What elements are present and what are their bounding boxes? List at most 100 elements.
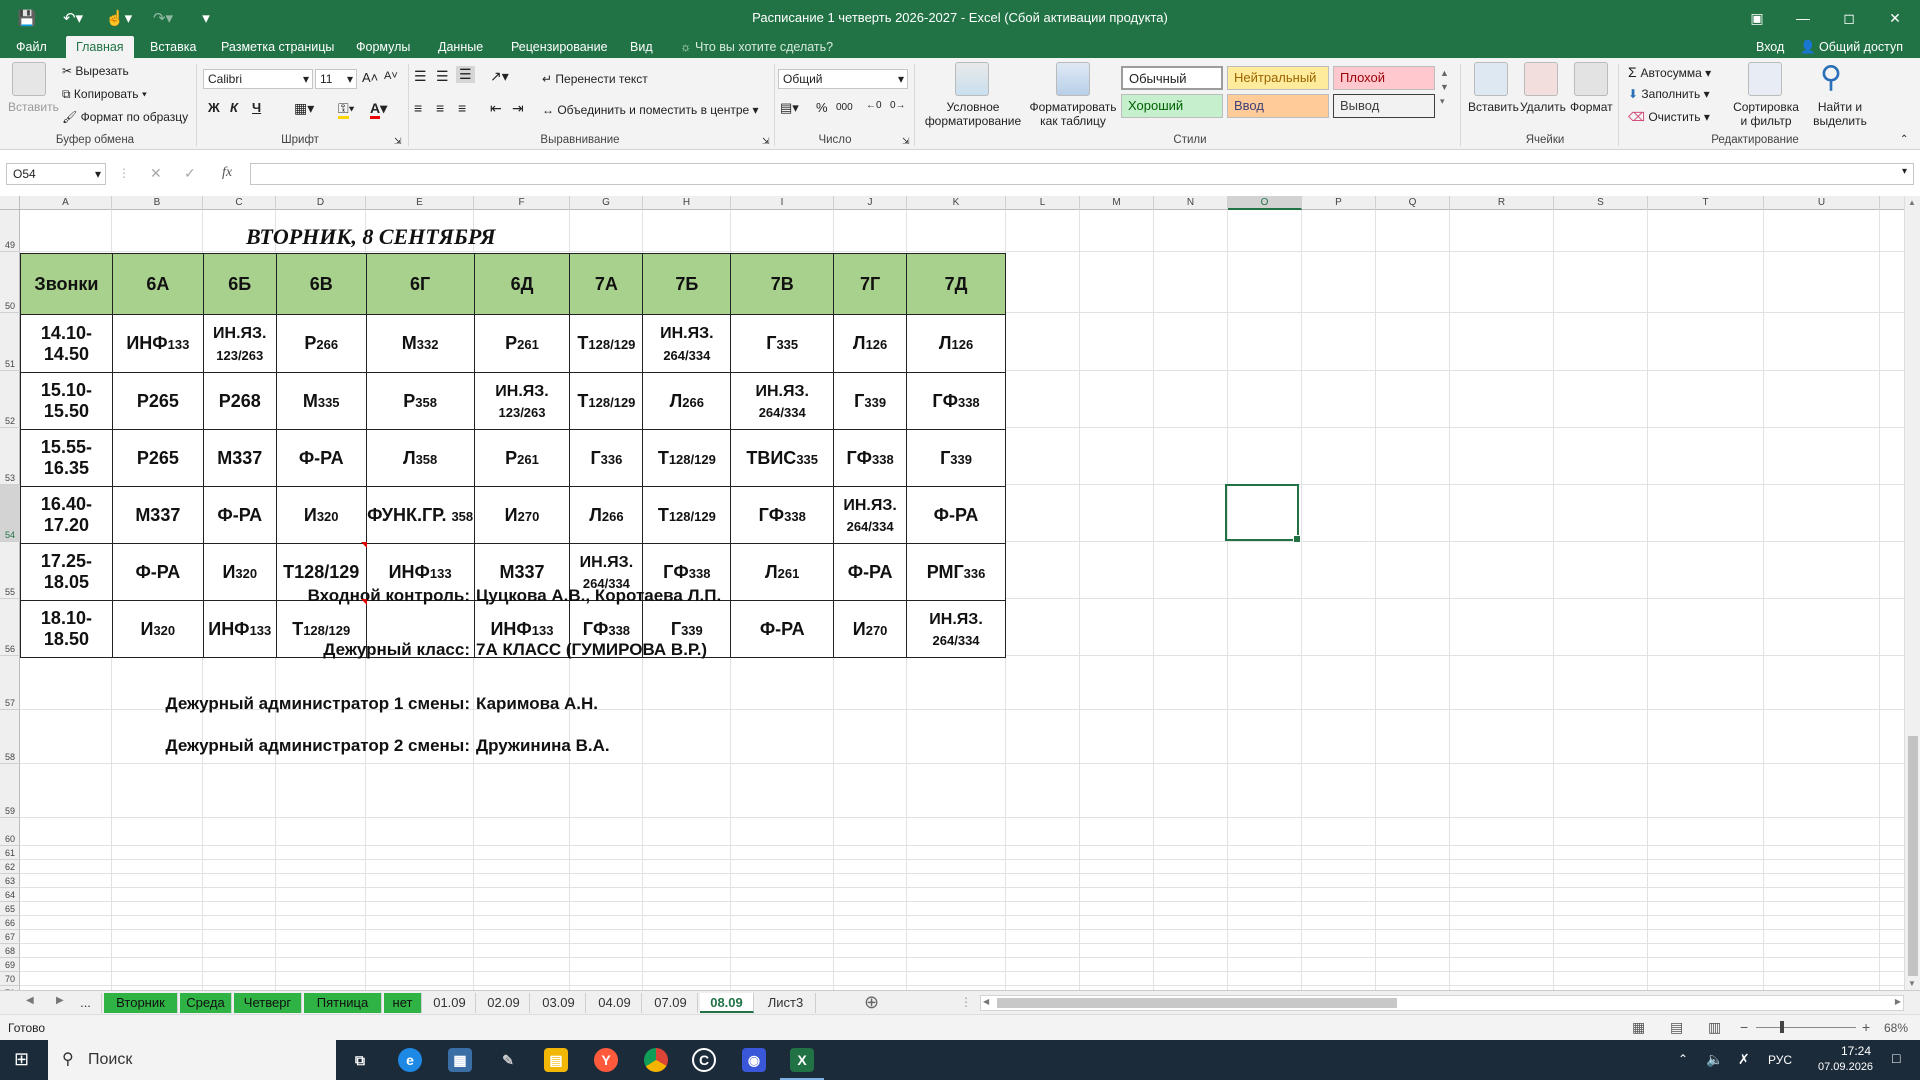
row-header-65[interactable]: 65 [0, 902, 20, 916]
windows-start-icon[interactable]: ⊞ [14, 1049, 29, 1070]
lesson-cell[interactable]: Р265 [111, 429, 204, 487]
lesson-cell[interactable]: Р261 [473, 314, 571, 373]
network-icon[interactable]: ✗ [1738, 1051, 1750, 1068]
column-header-C[interactable]: C [203, 196, 276, 210]
expand-formula-icon[interactable]: ▾ [1902, 166, 1907, 177]
decrease-indent-icon[interactable]: ⇤ [490, 100, 502, 117]
thousands-separator-icon[interactable]: 000 [836, 102, 853, 113]
style-bad[interactable]: Плохой [1333, 66, 1435, 90]
lesson-cell[interactable]: ГФ338 [906, 372, 1006, 430]
lesson-cell[interactable]: М335 [275, 372, 367, 430]
dialog-launcher-icon[interactable]: ⇲ [902, 136, 910, 147]
lesson-cell[interactable]: ГФ338 [833, 429, 908, 487]
time-cell[interactable]: 16.40-17.20 [20, 486, 113, 544]
page-break-view-icon[interactable]: ▥ [1708, 1019, 1721, 1036]
tab-formulas[interactable]: Формулы [346, 36, 420, 58]
paste-button[interactable]: Вставить [8, 100, 59, 114]
align-right-icon[interactable]: ≡ [458, 100, 466, 116]
row-header-56[interactable]: 56 [0, 599, 20, 656]
lesson-cell[interactable]: Л266 [569, 486, 644, 544]
row-header-57[interactable]: 57 [0, 656, 20, 710]
collapse-ribbon-icon[interactable]: ⌃ [1900, 134, 1908, 145]
row-header-64[interactable]: 64 [0, 888, 20, 902]
tab-home[interactable]: Главная [66, 36, 134, 58]
column-header-I[interactable]: I [731, 196, 834, 210]
sheet-tab[interactable]: Среда [180, 993, 232, 1013]
column-header-D[interactable]: D [276, 196, 366, 210]
task-view-icon[interactable]: ⧉ [348, 1048, 372, 1072]
header-cell[interactable]: 7Г [833, 253, 908, 315]
lesson-cell[interactable]: Т128/129 [569, 314, 644, 373]
lesson-cell[interactable]: Г335 [730, 314, 835, 373]
horizontal-scroll-thumb[interactable] [997, 998, 1397, 1008]
column-header-R[interactable]: R [1450, 196, 1554, 210]
row-header-66[interactable]: 66 [0, 916, 20, 930]
column-header-P[interactable]: P [1302, 196, 1376, 210]
active-cell[interactable] [1225, 484, 1301, 543]
app-icon[interactable]: ✎ [496, 1048, 520, 1072]
fill-button[interactable]: ⬇ Заполнить ▾ [1628, 87, 1710, 101]
app-c-icon[interactable]: C [692, 1048, 716, 1072]
column-header-B[interactable]: B [112, 196, 203, 210]
clock-date[interactable]: 07.09.2026 [1818, 1061, 1873, 1073]
grow-font-icon[interactable]: A˄ [362, 70, 378, 85]
orientation-icon[interactable]: ↗▾ [490, 68, 509, 85]
worksheet[interactable]: ABCDEFGHIJKLMNOPQRSTU 49 50 51 52 53 54 55 56 57… [0, 196, 1904, 990]
scroll-down-icon[interactable]: ▼ [1908, 979, 1916, 988]
align-top-icon[interactable]: ☰ [414, 68, 427, 85]
lesson-cell[interactable]: Т128/129 [569, 372, 644, 430]
clear-button[interactable]: ⌫ Очистить ▾ [1628, 110, 1710, 124]
header-cell[interactable]: 6Б [202, 253, 277, 315]
lesson-cell[interactable]: Т128/129 [642, 486, 732, 544]
sheet-tab[interactable]: 08.09 [700, 993, 754, 1013]
merge-center-button[interactable]: ↔ Объединить и поместить в центре ▾ [542, 103, 759, 117]
header-cell[interactable]: 6Д [473, 253, 571, 315]
lesson-cell[interactable]: Л126 [833, 314, 908, 373]
edge-icon[interactable]: e [398, 1048, 422, 1072]
font-name-select[interactable]: Calibri ▾ [203, 69, 313, 89]
align-middle-icon[interactable]: ☰ [436, 68, 449, 85]
column-header-U[interactable]: U [1764, 196, 1880, 210]
column-header-K[interactable]: K [907, 196, 1006, 210]
ribbon-display-icon[interactable]: ▣ [1734, 0, 1780, 36]
column-header-H[interactable]: H [643, 196, 731, 210]
percent-icon[interactable]: % [816, 100, 828, 115]
app-icon[interactable]: ◉ [742, 1048, 766, 1072]
language-indicator[interactable]: РУС [1768, 1053, 1792, 1067]
add-sheet-icon[interactable]: ⊕ [864, 992, 879, 1013]
notifications-icon[interactable]: □ [1892, 1050, 1900, 1066]
lesson-cell[interactable]: Ф-РА [202, 486, 277, 544]
sheet-tab[interactable]: Лист3 [756, 993, 816, 1013]
row-header-68[interactable]: 68 [0, 944, 20, 958]
dialog-launcher-icon[interactable]: ⇲ [394, 136, 402, 147]
lesson-cell[interactable]: М337 [202, 429, 277, 487]
column-header-M[interactable]: M [1080, 196, 1154, 210]
lesson-cell[interactable]: Г336 [569, 429, 644, 487]
zoom-out-icon[interactable]: − [1740, 1019, 1748, 1035]
sheet-tab[interactable]: 04.09 [588, 993, 642, 1013]
shrink-font-icon[interactable]: A˅ [384, 70, 398, 82]
sheet-tab[interactable]: 01.09 [424, 993, 476, 1013]
style-neutral[interactable]: Нейтральный [1227, 66, 1329, 90]
lesson-cell[interactable]: Г339 [833, 372, 908, 430]
format-as-table-button[interactable]: Форматировать как таблицу [1026, 100, 1120, 128]
chevron-up-icon[interactable]: ⌃ [1678, 1052, 1688, 1066]
normal-view-icon[interactable]: ▦ [1632, 1019, 1645, 1036]
increase-indent-icon[interactable]: ⇥ [512, 100, 524, 117]
volume-icon[interactable]: 🔈 [1706, 1051, 1723, 1068]
name-box[interactable]: O54 ▾ [6, 163, 106, 185]
scroll-left-icon[interactable]: ◀ [983, 997, 989, 1006]
insert-cells-button[interactable]: Вставить [1468, 100, 1519, 114]
enter-icon[interactable]: ✓ [184, 165, 196, 182]
currency-icon[interactable]: ▤▾ [780, 100, 799, 116]
header-cell[interactable]: 7В [730, 253, 835, 315]
style-normal[interactable]: Обычный [1121, 66, 1223, 90]
time-cell[interactable]: 17.25-18.05 [20, 543, 113, 601]
header-cell[interactable]: 7Б [642, 253, 732, 315]
lesson-cell[interactable]: ИН.ЯЗ. 123/263 [202, 314, 277, 373]
sheet-tab[interactable]: 07.09 [644, 993, 698, 1013]
zoom-level[interactable]: 68% [1884, 1021, 1908, 1035]
tab-insert[interactable]: Вставка [140, 36, 206, 58]
align-center-icon[interactable]: ≡ [436, 100, 444, 116]
dialog-launcher-icon[interactable]: ⇲ [762, 136, 770, 147]
